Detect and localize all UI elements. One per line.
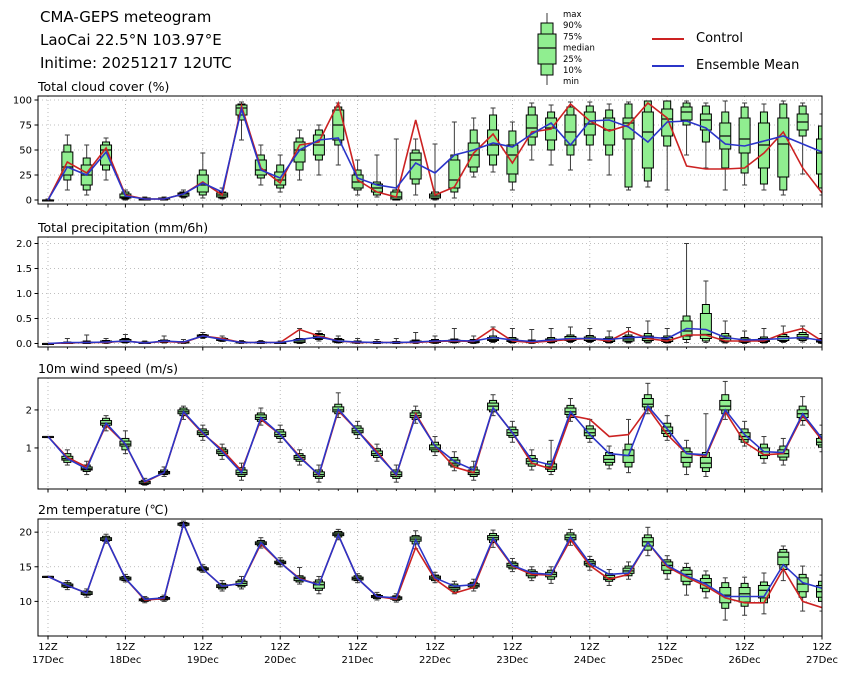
box-25-75 <box>738 587 751 603</box>
meteogram-figure: 0 25 50 75 100 Total cloud cover (%) 0.0 0.5 1.0… <box>0 0 842 680</box>
x-label-date: 23Dec <box>496 655 528 666</box>
legend-percentile-label: min <box>563 77 579 87</box>
y-tick-label: 0.5 <box>16 314 32 325</box>
x-label-date: 27Dec <box>806 655 838 666</box>
x-label-date: 26Dec <box>729 655 761 666</box>
y-tick-label: 2 <box>26 405 32 416</box>
figure-inittime: Initime: 20251217 12UTC <box>40 54 232 72</box>
x-label-date: 22Dec <box>419 655 451 666</box>
y-tick-label: 25 <box>19 171 32 182</box>
x-label-hour: 12Z <box>657 642 677 653</box>
control-label: Control <box>696 31 743 46</box>
ensemble-mean-label: Ensemble Mean <box>696 58 800 73</box>
x-label-hour: 12Z <box>38 642 58 653</box>
box-25-75 <box>641 111 654 169</box>
legend-ensemble-mean: Ensemble Mean <box>652 58 799 73</box>
x-label-hour: 12Z <box>193 642 213 653</box>
y-tick-label: 1.5 <box>16 264 32 275</box>
x-label-hour: 12Z <box>735 642 755 653</box>
panel-wind-spine <box>37 377 823 490</box>
y-tick-label: 100 <box>13 96 32 107</box>
box-10-90 <box>624 103 633 188</box>
figure-title: CMA-GEPS meteogram <box>40 8 212 26</box>
box-25-75 <box>719 399 732 411</box>
legend-percentile-label: 10% <box>563 66 582 76</box>
x-label-hour: 12Z <box>116 642 136 653</box>
y-tick-label: 1 <box>26 443 32 454</box>
x-label-date: 24Dec <box>574 655 606 666</box>
y-tick-label: 50 <box>19 146 32 157</box>
panel-title-cloud: Total cloud cover (%) <box>37 79 169 94</box>
y-tick-label: 10 <box>19 597 32 608</box>
panel-title-wind: 10m wind speed (m/s) <box>38 361 178 376</box>
x-label-hour: 12Z <box>348 642 368 653</box>
legend-sample-box-25-75 <box>537 33 557 65</box>
x-label-hour: 12Z <box>503 642 523 653</box>
panel-title-temp: 2m temperature (℃) <box>38 502 168 517</box>
y-tick-label: 2.0 <box>16 239 32 250</box>
meteogram-chart: 0 25 50 75 100 Total cloud cover (%) 0.0 0.5 1.0… <box>13 10 838 666</box>
legend-percentile-label: 90% <box>563 21 582 31</box>
x-label-hour: 12Z <box>425 642 445 653</box>
x-label-date: 18Dec <box>109 655 141 666</box>
box-25-75 <box>777 117 790 178</box>
box-25-75 <box>680 106 693 121</box>
x-label-date: 20Dec <box>264 655 296 666</box>
legend-percentile-label: 25% <box>563 55 582 65</box>
y-tick-label: 15 <box>19 562 32 573</box>
box-25-75 <box>777 551 790 566</box>
y-tick-label: 1.0 <box>16 289 32 300</box>
y-tick-label: 0.0 <box>16 339 32 350</box>
box-25-75 <box>448 159 461 189</box>
legend-percentile-label: median <box>563 44 595 54</box>
x-label-date: 19Dec <box>187 655 219 666</box>
x-label-hour: 12Z <box>580 642 600 653</box>
x-label-date: 21Dec <box>342 655 374 666</box>
panel-title-precip: Total precipitation (mm/6h) <box>37 220 208 235</box>
y-tick-label: 75 <box>19 121 32 132</box>
legend-control: Control <box>652 31 743 46</box>
x-label-hour: 12Z <box>270 642 290 653</box>
figure-header: CMA-GEPS meteogram LaoCai 22.5°N 103.97°… <box>40 6 232 75</box>
panel-wind-boxes <box>42 380 822 486</box>
y-tick-label: 0 <box>26 196 32 207</box>
box-25-75 <box>506 144 519 175</box>
legend-percentile-label: max <box>563 10 582 20</box>
control-line-swatch <box>652 37 684 40</box>
legend-percentile-label: 75% <box>563 32 582 42</box>
figure-location: LaoCai 22.5°N 103.97°E <box>40 31 222 49</box>
x-label-date: 25Dec <box>651 655 683 666</box>
x-label-hour: 12Z <box>812 642 832 653</box>
box-25-75 <box>409 152 422 180</box>
y-tick-label: 20 <box>19 528 32 539</box>
ensemble-mean-line-swatch <box>652 64 684 67</box>
box-25-75 <box>738 117 751 154</box>
x-label-date: 17Dec <box>32 655 64 666</box>
